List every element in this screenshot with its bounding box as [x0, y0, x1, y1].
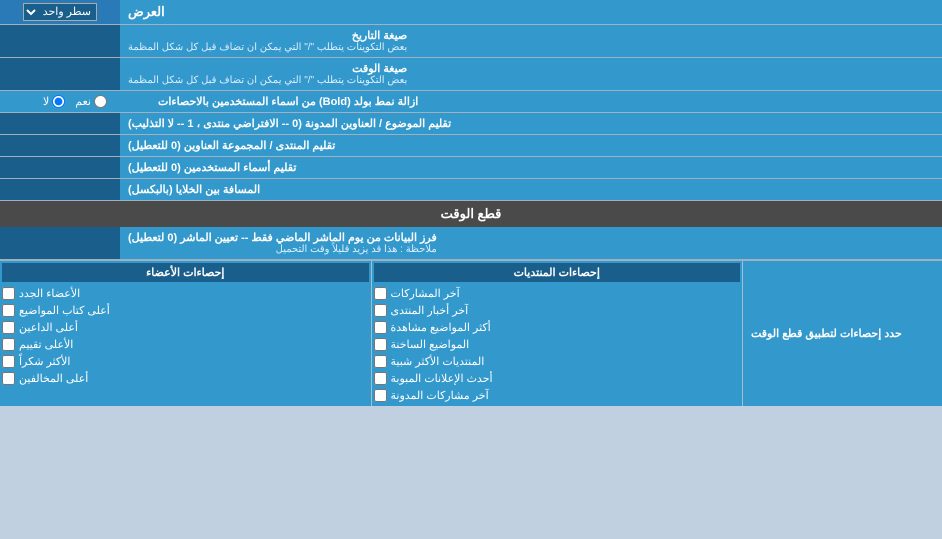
stats-post-item-3: المواضيع الساخنة: [374, 336, 741, 353]
forum-align-label: تقليم المنتدى / المجموعة العناوين (0 للت…: [128, 139, 335, 152]
bold-remove-no-label: لا: [43, 95, 65, 108]
bold-remove-no-radio[interactable]: [52, 95, 65, 108]
stats-member-check-2[interactable]: [2, 321, 15, 334]
stats-member-item-0: الأعضاء الجدد: [2, 285, 369, 302]
realtime-section-header: قطع الوقت: [0, 201, 942, 227]
usernames-trim-label: تقليم أسماء المستخدمين (0 للتعطيل): [128, 161, 296, 174]
time-format-label: صيغة الوقت: [128, 62, 407, 75]
stats-member-check-5[interactable]: [2, 372, 15, 385]
stats-posts-header: إحصاءات المنتديات: [374, 263, 741, 282]
forum-align-input[interactable]: 33: [6, 139, 114, 153]
stats-post-check-3[interactable]: [374, 338, 387, 351]
date-format-sublabel: بعض التكوينات يتطلب "/" التي يمكن ان تضا…: [128, 42, 407, 53]
stats-member-check-4[interactable]: [2, 355, 15, 368]
display-mode-select[interactable]: سطر واحدسطرانثلاثة أسطر: [23, 3, 97, 21]
date-format-input[interactable]: d-m: [6, 34, 114, 48]
stats-member-check-0[interactable]: [2, 287, 15, 300]
stats-member-item-1: أعلى كتاب المواضيع: [2, 302, 369, 319]
days-filter-input[interactable]: 0: [6, 236, 114, 250]
topics-align-input[interactable]: 33: [6, 117, 114, 131]
days-filter-label2: ملاحظة : هذا قد يزيد قليلاً وقت التحميل: [128, 244, 437, 255]
stats-post-check-2[interactable]: [374, 321, 387, 334]
stats-post-item-4: المنتديات الأكثر شبية: [374, 353, 741, 370]
stats-member-item-3: الأعلى تقييم: [2, 336, 369, 353]
stats-post-item-5: أحدث الإعلانات المبوبة: [374, 370, 741, 387]
stats-post-item-1: آخر أخبار المنتدى: [374, 302, 741, 319]
usernames-trim-input[interactable]: 0: [6, 161, 114, 175]
stats-member-check-1[interactable]: [2, 304, 15, 317]
time-format-input[interactable]: H:i: [6, 67, 114, 81]
bold-remove-label: ازالة نمط بولد (Bold) من اسماء المستخدمي…: [158, 95, 418, 108]
stats-post-item-6: آخر مشاركات المدونة: [374, 387, 741, 404]
stats-post-check-5[interactable]: [374, 372, 387, 385]
stats-post-check-4[interactable]: [374, 355, 387, 368]
bold-remove-yes-radio[interactable]: [94, 95, 107, 108]
stats-member-item-4: الأكثر شكراً: [2, 353, 369, 370]
stats-post-check-0[interactable]: [374, 287, 387, 300]
stats-post-item-2: أكثر المواضيع مشاهدة: [374, 319, 741, 336]
cell-padding-input[interactable]: 2: [6, 183, 114, 197]
stats-member-item-5: أعلى المخالفين: [2, 370, 369, 387]
stats-members-header: إحصاءات الأعضاء: [2, 263, 369, 282]
stats-member-check-3[interactable]: [2, 338, 15, 351]
date-format-label: صيغة التاريخ: [128, 29, 407, 42]
stats-member-item-2: أعلى الداعين: [2, 319, 369, 336]
topics-align-label: تقليم الموضوع / العناوين المدونة (0 -- ا…: [128, 117, 451, 130]
stats-header-label: حدد إحصاءات لتطبيق قطع الوقت: [751, 327, 902, 340]
days-filter-label1: فرز البيانات من يوم الماشر الماضي فقط --…: [128, 231, 437, 244]
bold-remove-yes-label: نعم: [75, 95, 107, 108]
stats-post-item-0: آخر المشاركات: [374, 285, 741, 302]
page-title: العرض: [128, 4, 165, 20]
cell-padding-label: المسافة بين الخلايا (بالبكسل): [128, 183, 260, 196]
time-format-sublabel: بعض التكوينات يتطلب "/" التي يمكن ان تضا…: [128, 75, 407, 86]
stats-post-check-6[interactable]: [374, 389, 387, 402]
stats-post-check-1[interactable]: [374, 304, 387, 317]
